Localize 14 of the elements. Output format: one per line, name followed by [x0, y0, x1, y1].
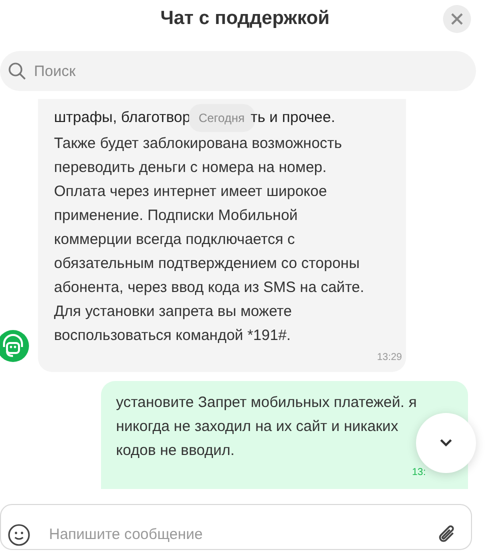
search-icon [8, 62, 26, 80]
message-text: ть и прочее. [250, 108, 336, 128]
message-text: штрафы, благотвор [54, 108, 191, 128]
message-text: Также будет заблокирована возможность переводить деньги с номера на номер. Оплата через интернет имеет широкое применение. Подписки Мобильной коммерции всегда подключается с обязательным подтверждением со стороны абонента, через ввод кода из SMS на сайте. Для установки запрета вы можете воспользоваться командой *191#. [54, 134, 364, 346]
emoji-icon [8, 524, 30, 546]
message-time: 13:29 [376, 352, 402, 364]
close-button[interactable] [443, 5, 471, 33]
message-text: установите Запрет мобильных платежей. я никогда не заходил на их сайт и никаких кодов не вводил. [116, 393, 417, 461]
chevron-down-icon [439, 438, 453, 448]
message-input[interactable]: Напишите сообщение [0, 504, 472, 550]
message-time: 13: [411, 467, 427, 479]
close-icon [450, 12, 464, 26]
window-title: Чат с поддержкой [160, 8, 330, 30]
search-field[interactable]: Поиск [0, 51, 476, 91]
